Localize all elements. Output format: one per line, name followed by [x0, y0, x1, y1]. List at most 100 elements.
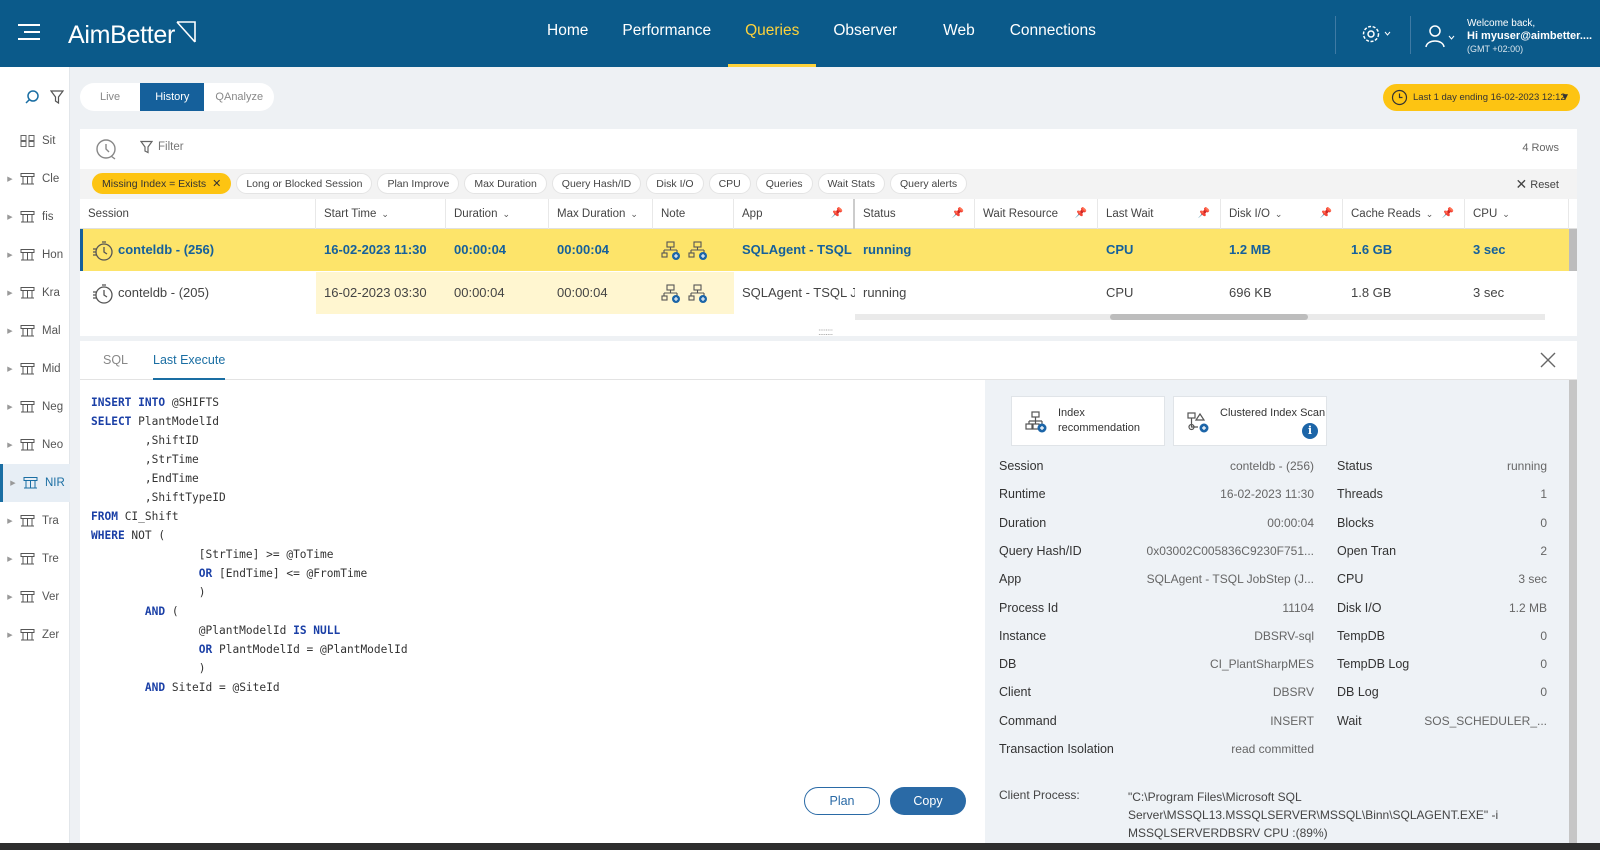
nav-web[interactable]: Web: [925, 0, 993, 67]
pin-icon[interactable]: 📌: [1075, 199, 1087, 229]
expand-arrow-icon[interactable]: ▶: [0, 289, 20, 297]
app-logo[interactable]: AimBetter: [68, 19, 197, 50]
filter-chip[interactable]: Disk I/O: [646, 173, 704, 194]
clustered-index-scan-label: Clustered Index Scan: [1220, 407, 1326, 419]
filter-chip[interactable]: Long or Blocked Session: [236, 173, 373, 194]
menu-toggle-icon[interactable]: [18, 24, 42, 44]
user-icon[interactable]: [1424, 24, 1456, 48]
col-start-time[interactable]: Start Time ⌄: [316, 199, 446, 229]
reset-button[interactable]: ✕ Reset: [1515, 176, 1559, 193]
info-label: Session: [999, 459, 1044, 473]
info-label: Wait: [1337, 713, 1362, 728]
history-icon[interactable]: [94, 138, 118, 160]
copy-button[interactable]: Copy: [890, 787, 966, 815]
pin-icon[interactable]: 📌: [1198, 199, 1210, 229]
server-icon: [23, 477, 38, 489]
index-scan-icon[interactable]: [688, 284, 708, 304]
expand-arrow-icon[interactable]: ▶: [0, 441, 20, 449]
sidebar-item[interactable]: ▶ fis: [0, 198, 70, 236]
sidebar-item[interactable]: ▶ Ver: [0, 578, 70, 616]
expand-arrow-icon[interactable]: ▶: [0, 175, 20, 183]
nav-connections[interactable]: Connections: [993, 0, 1113, 67]
filter-chip[interactable]: Max Duration: [464, 173, 547, 194]
sidebar-item[interactable]: ▶ Zer: [0, 616, 70, 654]
nav-home[interactable]: Home: [530, 0, 605, 67]
search-icon[interactable]: [24, 89, 40, 105]
pin-icon[interactable]: 📌: [1320, 199, 1332, 229]
expand-arrow-icon[interactable]: ▶: [0, 517, 20, 525]
clustered-index-scan-button[interactable]: Clustered Index Scan i: [1173, 396, 1327, 446]
col-cpu[interactable]: CPU ⌄: [1465, 199, 1569, 229]
expand-arrow-icon[interactable]: ▶: [0, 631, 20, 639]
col-wait-resource[interactable]: Wait Resource 📌: [975, 199, 1098, 229]
filter-chip[interactable]: Query alerts: [890, 173, 968, 194]
user-welcome[interactable]: Welcome back, Hi myuser@aimbetter.... (G…: [1467, 17, 1592, 56]
expand-arrow-icon[interactable]: ▶: [0, 327, 20, 335]
sidebar-item[interactable]: ▶ Hon: [0, 236, 70, 274]
sidebar-item[interactable]: ▶ Mal: [0, 312, 70, 350]
nav-performance[interactable]: Performance: [605, 0, 728, 67]
index-scan-icon[interactable]: [688, 241, 708, 261]
server-icon: [20, 363, 35, 375]
filter-button[interactable]: Filter: [140, 140, 184, 154]
expand-arrow-icon[interactable]: ▶: [0, 403, 20, 411]
filter-chip[interactable]: Query Hash/ID: [551, 173, 642, 194]
nav-queries[interactable]: Queries: [728, 0, 817, 67]
sidebar-item[interactable]: ▶ Kra: [0, 274, 70, 312]
filter-chip[interactable]: CPU: [708, 173, 751, 194]
expand-arrow-icon[interactable]: ▶: [0, 555, 20, 563]
col-cache-reads[interactable]: Cache Reads ⌄ 📌: [1343, 199, 1465, 229]
close-icon[interactable]: ✕: [212, 178, 221, 190]
grid-vertical-scrollbar[interactable]: [1569, 229, 1577, 271]
info-icon[interactable]: i: [1302, 423, 1318, 439]
sidebar-item[interactable]: ▶ Mid: [0, 350, 70, 388]
tab-qanalyze[interactable]: QAnalyze: [204, 83, 274, 111]
filter-icon[interactable]: [50, 89, 64, 105]
panel-resize-handle[interactable]: ::::::::: [818, 327, 833, 338]
filter-chip[interactable]: Queries: [755, 173, 813, 194]
col-status[interactable]: Status 📌: [855, 199, 975, 229]
grid-horizontal-scrollbar[interactable]: [855, 314, 1545, 320]
sidebar-item[interactable]: ▶ Tre: [0, 540, 70, 578]
tab-live[interactable]: Live: [80, 83, 140, 111]
expand-arrow-icon[interactable]: ▶: [3, 479, 23, 487]
index-recommendation-icon[interactable]: [661, 241, 681, 261]
filter-chip[interactable]: Wait Stats: [817, 173, 885, 194]
filter-chip[interactable]: Plan Improve: [377, 173, 460, 194]
sidebar-item[interactable]: ▶ Neo: [0, 426, 70, 464]
sidebar-item[interactable]: Sit: [0, 122, 70, 160]
pin-icon[interactable]: 📌: [952, 199, 964, 229]
table-row[interactable]: conteldb - (205) 16-02-2023 03:30 00:00:04…: [80, 272, 1577, 314]
index-recommendation-icon[interactable]: [661, 284, 681, 304]
expand-arrow-icon[interactable]: ▶: [0, 365, 20, 373]
sidebar-item[interactable]: ▶ Cle: [0, 160, 70, 198]
col-app[interactable]: App 📌: [734, 199, 855, 229]
close-icon[interactable]: [1539, 351, 1557, 369]
expand-arrow-icon[interactable]: ▶: [0, 251, 20, 259]
sidebar-item[interactable]: ▶ Tra: [0, 502, 70, 540]
expand-arrow-icon[interactable]: ▶: [0, 213, 20, 221]
plan-button[interactable]: Plan: [804, 787, 880, 815]
col-duration[interactable]: Duration ⌄: [446, 199, 549, 229]
table-row[interactable]: conteldb - (256) 16-02-2023 11:30 00:00:04…: [80, 229, 1577, 271]
pin-icon[interactable]: 📌: [1442, 199, 1454, 229]
tab-sql[interactable]: SQL: [103, 341, 128, 380]
col-last-wait[interactable]: Last Wait 📌: [1098, 199, 1221, 229]
index-recommendation-button[interactable]: Index recommendation: [1011, 396, 1165, 446]
scrollbar-thumb[interactable]: [1110, 314, 1308, 320]
filter-chip[interactable]: Missing Index = Exists ✕: [92, 173, 232, 194]
tab-history[interactable]: History: [140, 83, 205, 111]
tab-last-execute[interactable]: Last Execute: [153, 341, 226, 380]
col-max-duration[interactable]: Max Duration ⌄: [549, 199, 653, 229]
time-range-selector[interactable]: Last 1 day ending 16-02-2023 12:12 ▼: [1383, 84, 1580, 111]
gear-icon[interactable]: [1360, 23, 1394, 45]
col-note[interactable]: Note: [653, 199, 734, 229]
info-vertical-scrollbar[interactable]: [1569, 380, 1577, 843]
sidebar-item[interactable]: ▶ NIR: [0, 464, 70, 502]
col-disk-io[interactable]: Disk I/O ⌄ 📌: [1221, 199, 1343, 229]
nav-observer[interactable]: Observer: [816, 0, 925, 67]
pin-icon[interactable]: 📌: [831, 199, 843, 229]
col-session[interactable]: Session: [80, 199, 316, 229]
sidebar-item[interactable]: ▶ Neg: [0, 388, 70, 426]
expand-arrow-icon[interactable]: ▶: [0, 593, 20, 601]
